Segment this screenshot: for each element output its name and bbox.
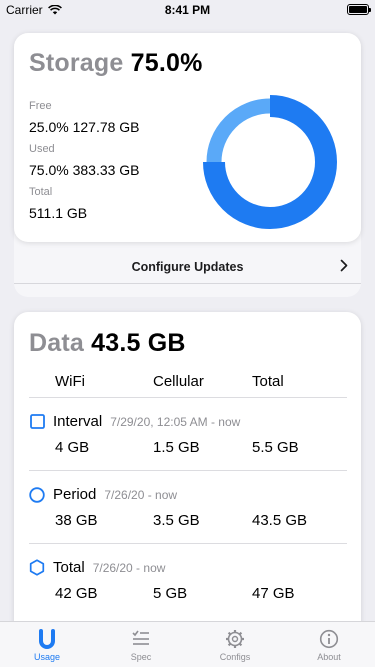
chevron-right-icon [340, 259, 348, 272]
total-label: Total [29, 186, 53, 198]
tab-about[interactable]: About [282, 622, 375, 667]
status-bar: Carrier 8:41 PM [0, 0, 375, 20]
square-icon [29, 414, 45, 430]
hexagon-icon [29, 559, 45, 576]
divider [29, 470, 347, 471]
configure-divider [14, 283, 361, 284]
tab-bar: Usage Spec Configs About [0, 621, 375, 667]
total-wifi-value: 42 GB [55, 585, 98, 602]
total-value: 511.1 GB [29, 205, 88, 221]
storage-title-value: 75.0% [130, 49, 203, 77]
interval-cellular-value: 1.5 GB [153, 439, 200, 456]
tab-about-label: About [317, 652, 341, 662]
tab-usage[interactable]: Usage [0, 622, 94, 667]
data-card: Data 43.5 GB WiFi Cellular Total Interva… [14, 312, 361, 642]
data-title-word: Data [29, 329, 84, 357]
status-time: 8:41 PM [164, 3, 211, 17]
interval-total-value: 5.5 GB [252, 439, 299, 456]
tab-usage-label: Usage [33, 652, 60, 662]
storage-title-word: Storage [29, 49, 124, 77]
used-value: 75.0% 383.33 GB [29, 162, 140, 178]
period-date: 7/26/20 - now [92, 560, 166, 575]
divider [29, 543, 347, 544]
period-name: Interval [53, 413, 103, 430]
tab-configs-label: Configs [219, 652, 251, 662]
total-total-value: 47 GB [252, 585, 295, 602]
total-cellular-value: 5 GB [153, 585, 188, 602]
spec-list-icon [132, 630, 149, 645]
storage-title: Storage 75.0% [29, 49, 203, 78]
used-label: Used [29, 143, 55, 155]
data-title-value: 43.5 GB [91, 329, 186, 357]
period-name: Total [53, 559, 85, 576]
period-cellular-value: 3.5 GB [153, 512, 200, 529]
column-header-wifi: WiFi [55, 373, 85, 390]
period-date: 7/26/20 - now [104, 487, 178, 502]
period-total-value: 43.5 GB [252, 512, 308, 529]
storage-card: Storage 75.0% Free 25.0% 127.78 GB Used … [14, 33, 361, 242]
interval-wifi-value: 4 GB [55, 439, 90, 456]
period-period-header: Period 7/26/20 - now [29, 486, 177, 503]
storage-section: Storage 75.0% Free 25.0% 127.78 GB Used … [14, 33, 361, 297]
storage-donut-chart [203, 95, 337, 229]
tab-spec-label: Spec [130, 652, 152, 662]
period-date: 7/29/20, 12:05 AM - now [110, 414, 241, 429]
info-icon [319, 629, 339, 649]
configure-updates-label: Configure Updates [131, 260, 244, 274]
column-header-cellular: Cellular [153, 373, 204, 390]
free-label: Free [29, 100, 52, 112]
period-interval-header: Interval 7/29/20, 12:05 AM - now [29, 413, 240, 430]
data-title: Data 43.5 GB [29, 329, 186, 358]
usage-icon [39, 629, 55, 649]
period-wifi-value: 38 GB [55, 512, 98, 529]
configure-updates-row[interactable]: Configure Updates [14, 251, 361, 283]
gear-icon [226, 630, 244, 648]
tab-configs[interactable]: Configs [188, 622, 282, 667]
tab-spec[interactable]: Spec [94, 622, 188, 667]
period-name: Period [53, 486, 97, 503]
period-total-header: Total 7/26/20 - now [29, 559, 165, 576]
free-value: 25.0% 127.78 GB [29, 119, 140, 135]
column-header-total: Total [252, 373, 284, 390]
circle-icon [29, 486, 45, 503]
divider [29, 397, 347, 398]
battery-icon [347, 4, 371, 15]
donut-free-segment [206, 98, 271, 163]
